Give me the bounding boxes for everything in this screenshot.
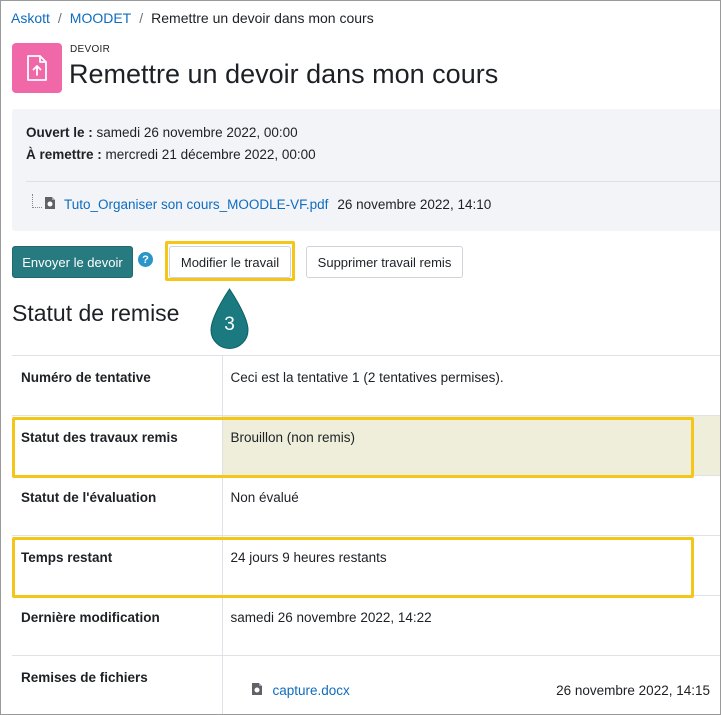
submission-status-table: Numéro de tentative Ceci est la tentativ… bbox=[12, 355, 721, 714]
row-label: Numéro de tentative bbox=[12, 355, 223, 416]
row-label: Statut de l'évaluation bbox=[12, 475, 223, 536]
due-date: À remettre : mercredi 21 décembre 2022, … bbox=[26, 147, 316, 162]
breadcrumb-moodet[interactable]: MOODET bbox=[70, 10, 131, 26]
attachment-date: 26 novembre 2022, 14:10 bbox=[337, 197, 492, 212]
submitted-file-date: 26 novembre 2022, 14:15 bbox=[556, 683, 710, 698]
table-row: Numéro de tentative Ceci est la tentativ… bbox=[12, 355, 720, 416]
table-row: Remises de fichiers capture.docx 26 nove… bbox=[12, 655, 721, 714]
due-label: À remettre : bbox=[26, 147, 102, 162]
table-row: Dernière modification samedi 26 novembre… bbox=[12, 595, 720, 656]
highlight-edit-button bbox=[165, 241, 295, 281]
row-value: Ceci est la tentative 1 (2 tentatives pe… bbox=[222, 355, 720, 416]
file-icon bbox=[44, 196, 56, 213]
row-value: samedi 26 novembre 2022, 14:22 bbox=[222, 595, 720, 656]
breadcrumb: Askott / MOODET / Remettre un devoir dan… bbox=[11, 10, 374, 26]
file-icon bbox=[251, 682, 263, 699]
divider bbox=[26, 181, 720, 182]
breadcrumb-separator: / bbox=[57, 10, 62, 26]
row-value: capture.docx 26 novembre 2022, 14:15 bbox=[222, 655, 721, 714]
due-value: mercredi 21 décembre 2022, 00:00 bbox=[105, 147, 316, 162]
breadcrumb-askott[interactable]: Askott bbox=[11, 10, 50, 26]
help-icon[interactable]: ? bbox=[138, 252, 153, 267]
page-frame: Askott / MOODET / Remettre un devoir dan… bbox=[0, 0, 721, 715]
submit-assignment-button[interactable]: Envoyer le devoir bbox=[12, 246, 133, 278]
breadcrumb-current: Remettre un devoir dans mon cours bbox=[151, 10, 374, 26]
tree-connector bbox=[32, 193, 42, 208]
row-value: Non évalué bbox=[222, 475, 720, 536]
row-label: Remises de fichiers bbox=[12, 655, 223, 714]
highlight-submission-status bbox=[12, 417, 694, 478]
step-marker-number: 3 bbox=[224, 314, 235, 335]
attachment-link[interactable]: Tuto_Organiser son cours_MOODLE-VF.pdf bbox=[64, 197, 328, 212]
table-row: Statut de l'évaluation Non évalué bbox=[12, 475, 720, 536]
submitted-file-link[interactable]: capture.docx bbox=[273, 683, 350, 698]
highlight-time-remaining bbox=[12, 537, 694, 598]
attachment-row: Tuto_Organiser son cours_MOODLE-VF.pdf 2… bbox=[32, 193, 492, 213]
activity-type-label: DEVOIR bbox=[70, 44, 111, 55]
submission-status-title: Statut de remise bbox=[12, 300, 180, 326]
opened-label: Ouvert le : bbox=[26, 125, 93, 140]
page-title: Remettre un devoir dans mon cours bbox=[69, 59, 499, 89]
breadcrumb-separator: / bbox=[139, 10, 144, 26]
opened-date: Ouvert le : samedi 26 novembre 2022, 00:… bbox=[26, 125, 298, 140]
activity-dates: Ouvert le : samedi 26 novembre 2022, 00:… bbox=[12, 109, 720, 231]
opened-value: samedi 26 novembre 2022, 00:00 bbox=[96, 125, 298, 140]
submitted-file: capture.docx 26 novembre 2022, 14:15 bbox=[251, 682, 721, 699]
delete-submission-button[interactable]: Supprimer travail remis bbox=[306, 246, 463, 278]
assignment-upload-icon bbox=[12, 43, 62, 93]
row-label: Dernière modification bbox=[12, 595, 223, 656]
